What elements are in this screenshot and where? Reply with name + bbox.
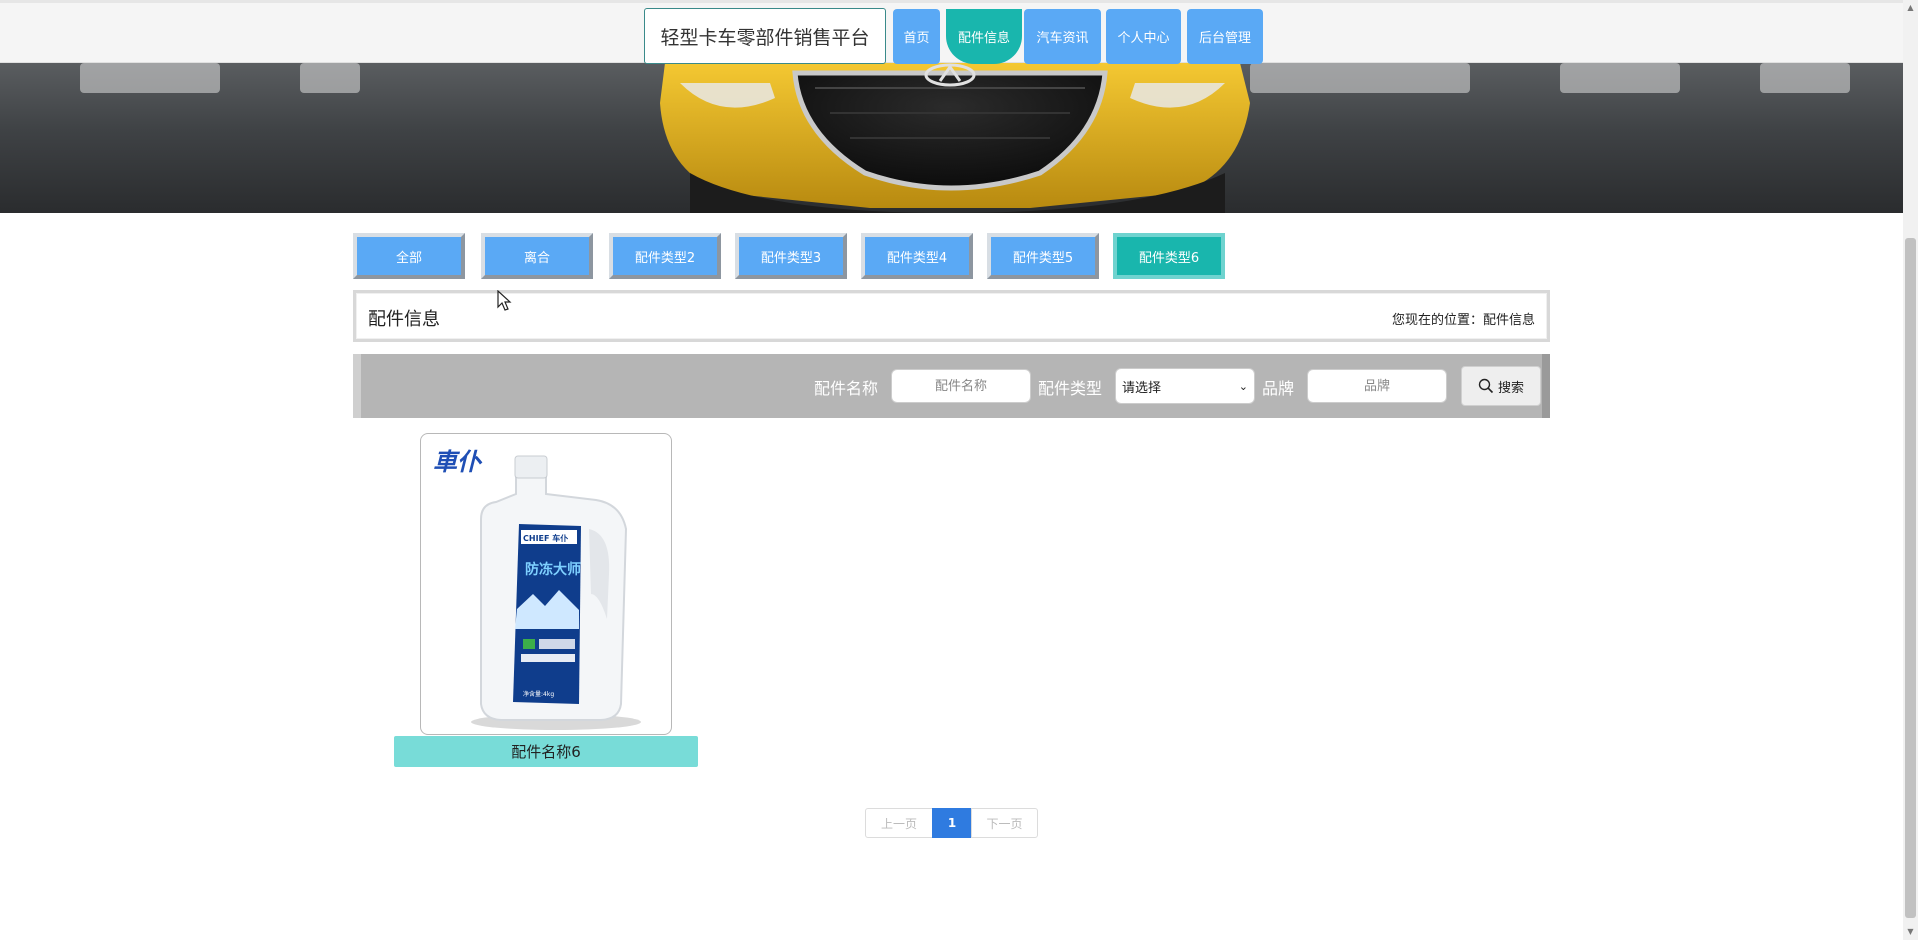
search-bar: 配件名称 配件类型 请选择 ⌄ 品牌 搜索 [353,354,1550,418]
brand-input[interactable] [1307,369,1447,403]
chevron-down-icon: ⌄ [1238,379,1248,393]
scroll-up-icon[interactable]: ▲ [1905,2,1916,14]
section-title: 配件信息 [368,309,440,330]
mouse-cursor-icon [497,290,512,311]
category-all[interactable]: 全部 [353,233,465,279]
part-name-label: 配件名称 [814,379,879,398]
car-front-image [660,63,1250,213]
nav-personal-center[interactable]: 个人中心 [1106,9,1181,64]
category-type-5[interactable]: 配件类型5 [987,233,1099,279]
bottle-net-text: 净含量:4kg [523,690,554,698]
scrollbar-thumb[interactable] [1905,238,1916,918]
category-type-6[interactable]: 配件类型6 [1113,233,1225,279]
category-type-2[interactable]: 配件类型2 [609,233,721,279]
antifreeze-bottle-image: 車仆 CHIEF 车仆 防冻大师 净含量:4kg [433,448,641,730]
hero-banner [0,63,1903,213]
part-type-selected: 请选择 [1122,380,1162,396]
search-icon [1478,378,1494,394]
brand-label: 品牌 [1262,379,1295,398]
section-header: 配件信息 您现在的位置：配件信息 [353,290,1550,342]
part-type-select[interactable]: 请选择 ⌄ [1115,368,1255,404]
pagination-prev[interactable]: 上一页 [865,808,933,838]
search-button[interactable]: 搜索 [1461,366,1541,406]
brand-logo-text: 車仆 [433,448,483,476]
site-title[interactable]: 轻型卡车零部件销售平台 [644,8,886,64]
category-type-3[interactable]: 配件类型3 [735,233,847,279]
category-type-4[interactable]: 配件类型4 [861,233,973,279]
scroll-down-icon[interactable]: ▼ [1905,926,1916,938]
bottle-product-text: 防冻大师 [525,561,581,578]
product-name[interactable]: 配件名称6 [394,736,698,767]
nav-home[interactable]: 首页 [893,9,940,64]
search-button-label: 搜索 [1497,380,1524,396]
nav-admin[interactable]: 后台管理 [1187,9,1263,64]
breadcrumb-prefix: 您现在的位置： [1391,313,1483,328]
pagination-next[interactable]: 下一页 [971,808,1038,838]
top-navigation-bar: 轻型卡车零部件销售平台 首页 配件信息 汽车资讯 个人中心 后台管理 [0,0,1903,64]
nav-parts-info[interactable]: 配件信息 [946,9,1022,64]
breadcrumb-current[interactable]: 配件信息 [1483,313,1535,328]
pagination-page-1[interactable]: 1 [932,808,972,838]
category-clutch[interactable]: 离合 [481,233,593,279]
bottle-brand-text: CHIEF 车仆 [523,533,568,543]
nav-car-news[interactable]: 汽车资讯 [1024,9,1101,64]
product-image[interactable]: 車仆 CHIEF 车仆 防冻大师 净含量:4kg [420,433,672,735]
part-name-input[interactable] [891,369,1031,403]
breadcrumb: 您现在的位置：配件信息 [1392,309,1535,328]
part-type-label: 配件类型 [1038,379,1103,398]
